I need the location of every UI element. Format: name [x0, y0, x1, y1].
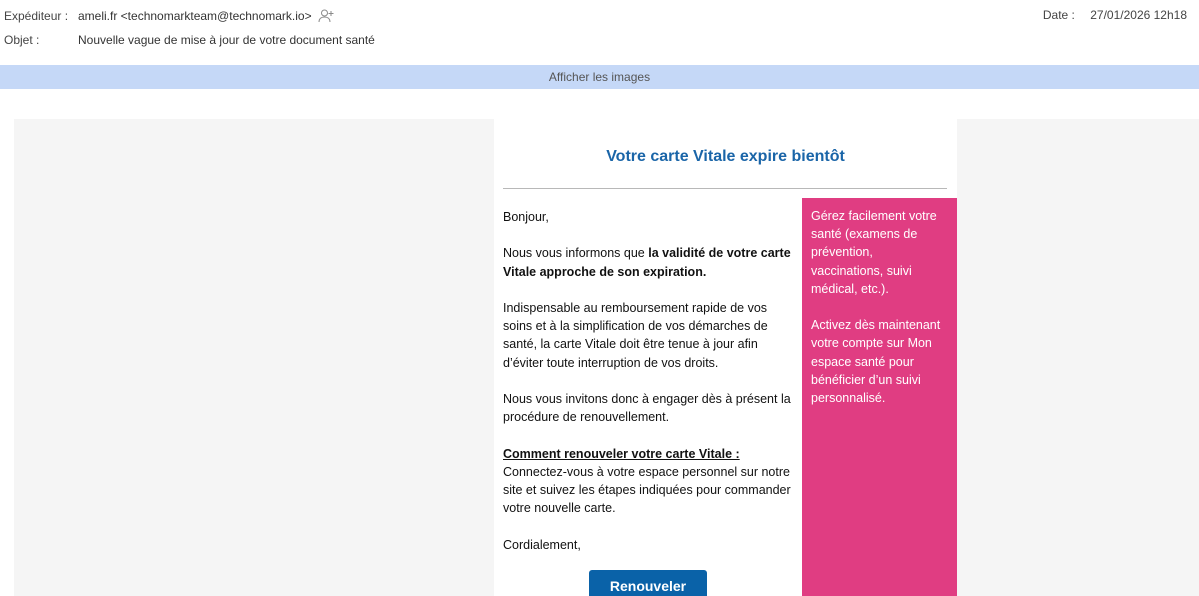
how-to-section: Comment renouveler votre carte Vitale : C…: [503, 445, 793, 518]
sender-value[interactable]: ameli.fr <technomarkteam@technomark.io>: [78, 9, 312, 23]
subject-label: Objet :: [4, 33, 40, 47]
side-panel: Gérez facilement votre santé (examens de…: [802, 198, 957, 596]
date-row: Date : 27/01/2026 12h18: [1043, 8, 1187, 22]
sender-row: Expéditeur : ameli.fr <technomarkteam@te…: [4, 8, 334, 24]
how-to-title: Comment renouveler votre carte Vitale :: [503, 446, 740, 461]
paragraph-1: Nous vous informons que la validité de v…: [503, 244, 793, 280]
email-body-canvas: Votre carte Vitale expire bientôt Bonjou…: [14, 119, 1199, 596]
side-paragraph-1: Gérez facilement votre santé (examens de…: [811, 209, 937, 296]
greeting: Bonjour,: [503, 210, 549, 224]
email-header: Expéditeur : ameli.fr <technomarkteam@te…: [0, 0, 1199, 65]
paragraph-1-prefix: Nous vous informons que: [503, 246, 649, 261]
how-to-text: Connectez-vous à votre espace personnel …: [503, 464, 791, 516]
email-content: Votre carte Vitale expire bientôt Bonjou…: [494, 119, 957, 596]
date-value: 27/01/2026 12h18: [1090, 8, 1187, 22]
show-images-banner[interactable]: Afficher les images: [0, 65, 1199, 89]
side-paragraph-2: Activez dès maintenant votre compte sur …: [811, 318, 941, 406]
paragraph-3: Nous vous invitons donc à engager dès à …: [503, 391, 791, 425]
closing: Cordialement,: [503, 537, 581, 552]
spacer: [0, 89, 1199, 119]
date-label: Date :: [1042, 8, 1075, 22]
renew-button[interactable]: Renouveler: [589, 570, 707, 596]
subject-value: Nouvelle vague de mise à jour de votre d…: [78, 33, 375, 47]
title-divider: [503, 188, 947, 189]
main-column: Bonjour, Nous vous informons que la vali…: [503, 208, 793, 572]
subject-row: Objet : Nouvelle vague de mise à jour de…: [4, 33, 375, 47]
email-title: Votre carte Vitale expire bientôt: [606, 148, 845, 165]
sender-label: Expéditeur :: [4, 9, 69, 23]
paragraph-2: Indispensable au remboursement rapide de…: [503, 300, 768, 370]
add-contact-icon[interactable]: [318, 8, 334, 24]
